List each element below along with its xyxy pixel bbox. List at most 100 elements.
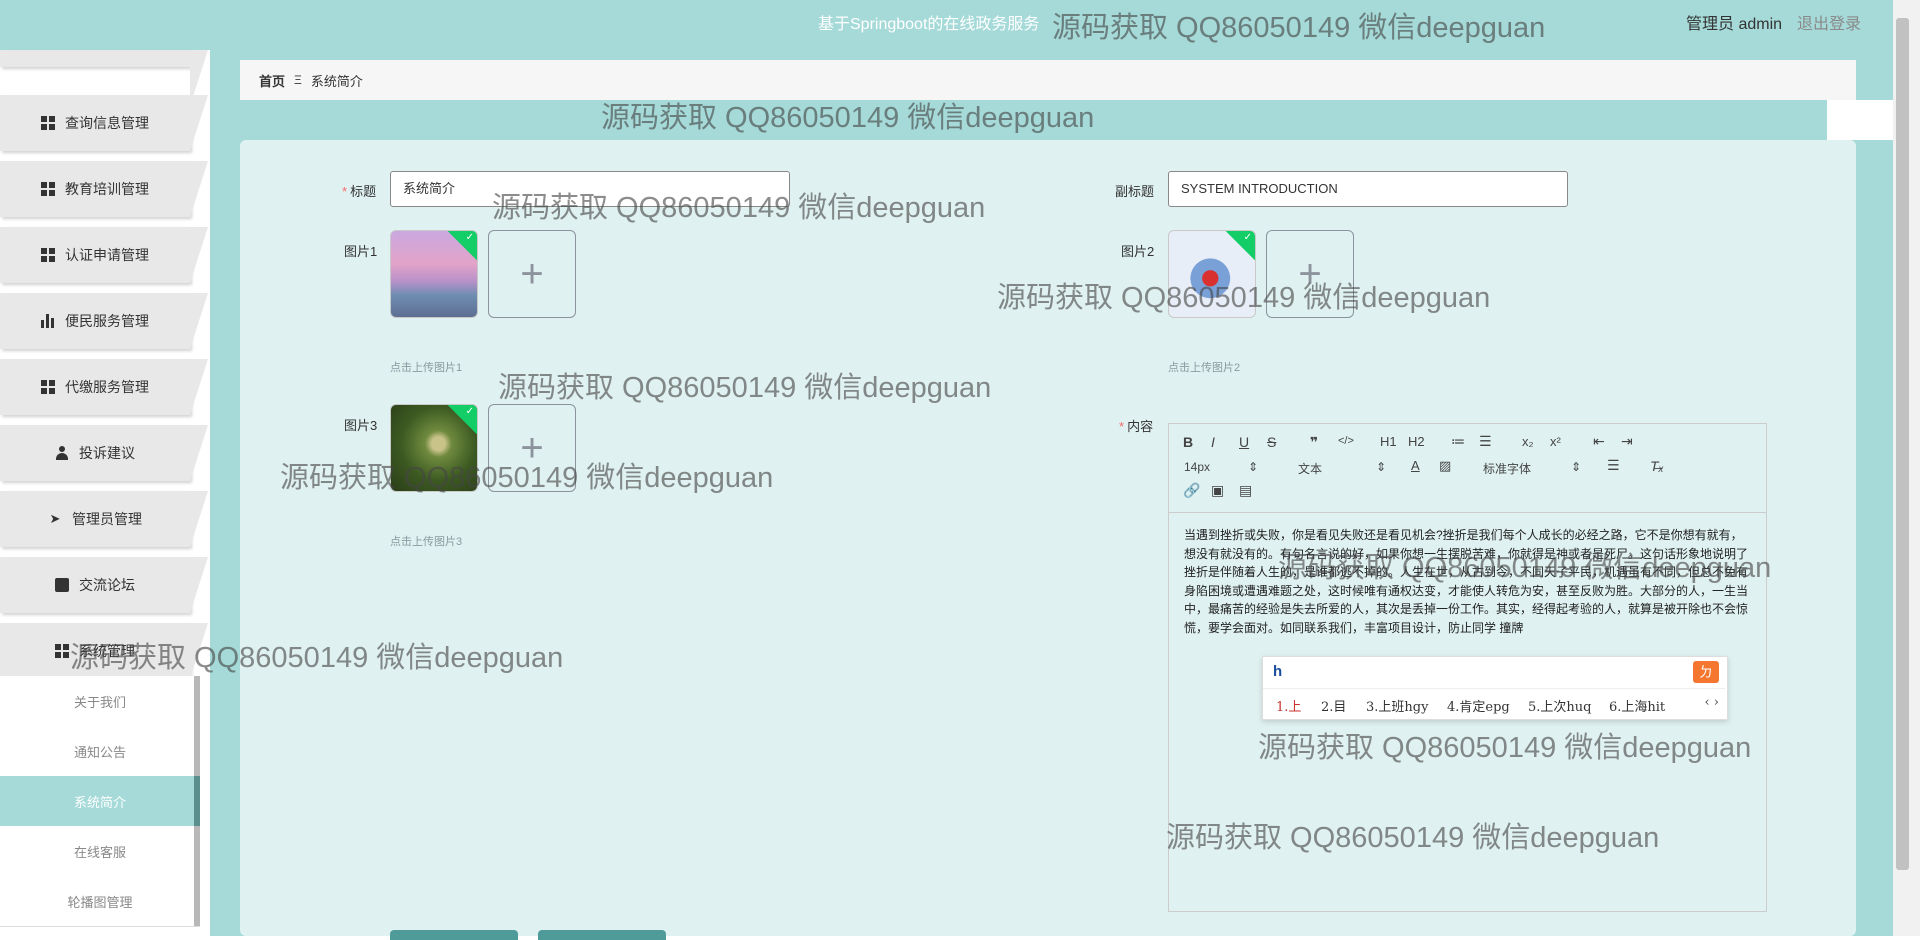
- title-label: * 标题: [342, 184, 377, 199]
- submenu-bar: [194, 776, 200, 826]
- submit-button[interactable]: [390, 930, 518, 940]
- image-icon[interactable]: ▣: [1211, 482, 1224, 499]
- clipboard-icon: [55, 578, 69, 592]
- logout-link[interactable]: 退出登录: [1797, 10, 1861, 34]
- ime-candidate[interactable]: 4.肯定epg: [1447, 696, 1510, 715]
- heading2-icon[interactable]: H2: [1408, 434, 1425, 449]
- sidebar-item-forum[interactable]: 交流论坛: [0, 557, 208, 613]
- submenu-label: 关于我们: [73, 694, 126, 710]
- font-color-icon[interactable]: A: [1411, 458, 1420, 473]
- ime-candidate[interactable]: 3.上班hgy: [1366, 696, 1428, 715]
- ime-candidates: 1.上 2.目 3.上班hgy 4.肯定epg 5.上次huq 6.上海hit …: [1263, 688, 1725, 719]
- blockquote-icon[interactable]: ❞: [1310, 434, 1318, 451]
- breadcrumb: 首页 Ξ 系统简介: [240, 60, 1856, 100]
- grid-icon: [41, 182, 55, 196]
- sidebar-item-label: 教育培训管理: [65, 181, 149, 197]
- font-family-select[interactable]: 标准字体 ⇕: [1483, 460, 1581, 477]
- align-icon[interactable]: ☰: [1607, 457, 1620, 474]
- ime-page-nav[interactable]: ‹ ›: [1704, 695, 1719, 710]
- sidebar-item-top-partial[interactable]: [0, 50, 208, 106]
- pic2-upload-button[interactable]: +: [1266, 230, 1354, 318]
- video-icon[interactable]: ▤: [1239, 482, 1252, 499]
- sidebar-item-complaints[interactable]: 投诉建议: [0, 425, 208, 481]
- italic-icon[interactable]: I: [1211, 434, 1215, 450]
- breadcrumb-separator: Ξ: [294, 73, 302, 87]
- cancel-button[interactable]: [538, 930, 666, 940]
- ime-candidate[interactable]: 5.上次huq: [1528, 696, 1591, 715]
- outdent-icon[interactable]: ⇤: [1593, 433, 1605, 450]
- sidebar-item-education[interactable]: 教育培训管理: [0, 161, 208, 217]
- sidebar-item-system[interactable]: 系统管理: [0, 623, 208, 679]
- heading1-icon[interactable]: H1: [1380, 434, 1397, 449]
- pic1-label: 图片1: [344, 244, 378, 259]
- underline-icon[interactable]: U: [1239, 434, 1249, 450]
- submenu-bar: [194, 876, 200, 926]
- indent-icon[interactable]: ⇥: [1621, 433, 1633, 450]
- subscript-icon[interactable]: x₂: [1522, 434, 1534, 449]
- editor-content[interactable]: 当遇到挫折或失败，你是看见失败还是看见机会?挫折是我们每个人成长的必经之路，它不…: [1184, 526, 1752, 637]
- sidebar-item-label: 便民服务管理: [65, 313, 149, 329]
- submenu-label: 轮播图管理: [67, 894, 133, 910]
- bullet-list-icon[interactable]: ☰: [1479, 433, 1492, 450]
- sidebar-item-query-info[interactable]: 查询信息管理: [0, 95, 208, 151]
- sidebar-item-convenience[interactable]: 便民服务管理: [0, 293, 208, 349]
- pic3-upload-tip: 点击上传图片3: [390, 536, 463, 548]
- strike-icon[interactable]: S: [1267, 434, 1276, 450]
- clear-format-icon[interactable]: T̶ₓ: [1650, 458, 1664, 474]
- scrollbar-thumb[interactable]: [1896, 18, 1909, 870]
- font-size-select[interactable]: 14px ⇕: [1184, 460, 1258, 474]
- submenu-about-us[interactable]: 关于我们: [0, 676, 200, 727]
- submenu-notices[interactable]: 通知公告: [0, 726, 200, 777]
- submenu-online-service[interactable]: 在线客服: [0, 826, 200, 877]
- pic3-upload-button[interactable]: +: [488, 404, 576, 492]
- sidebar-item-label: 系统管理: [79, 643, 135, 659]
- user-icon: [55, 446, 69, 460]
- title-input[interactable]: 系统简介: [390, 171, 790, 207]
- paragraph-select[interactable]: 文本 ⇕: [1298, 460, 1386, 477]
- grid-icon: [41, 116, 55, 130]
- submenu-bar: [194, 826, 200, 876]
- bold-icon[interactable]: B: [1183, 434, 1193, 450]
- subtitle-label: 副标题: [1115, 184, 1155, 199]
- pic2-upload-tip: 点击上传图片2: [1168, 362, 1241, 374]
- code-block-icon[interactable]: </>: [1338, 435, 1354, 447]
- ordered-list-icon[interactable]: ≔: [1451, 433, 1465, 450]
- grid-icon: [41, 248, 55, 262]
- superscript-icon[interactable]: x²: [1550, 434, 1561, 449]
- check-icon: ✓: [465, 232, 474, 243]
- subtitle-input[interactable]: SYSTEM INTRODUCTION: [1168, 171, 1568, 207]
- sidebar-item-payment[interactable]: 代缴服务管理: [0, 359, 208, 415]
- top-header: 基于Springboot的在线政务服务 管理员 admin 退出登录: [0, 0, 1893, 50]
- sidebar-item-certification[interactable]: 认证申请管理: [0, 227, 208, 283]
- pic2-label: 图片2: [1121, 244, 1155, 259]
- pic1-upload-tip: 点击上传图片1: [390, 362, 463, 374]
- sidebar: 查询信息管理 教育培训管理 认证申请管理 便民服务管理 代缴服务管理 投诉建议 …: [0, 50, 210, 936]
- submenu-system-intro[interactable]: 系统简介: [0, 776, 200, 827]
- check-icon: ✓: [1243, 232, 1252, 243]
- grid-icon: [55, 644, 69, 658]
- pic3-label: 图片3: [344, 418, 378, 433]
- submenu-carousel[interactable]: 轮播图管理: [0, 876, 200, 927]
- pic1-thumbnail[interactable]: ✓: [390, 230, 478, 318]
- pic1-upload-button[interactable]: +: [488, 230, 576, 318]
- bar-chart-icon: [41, 314, 55, 328]
- sidebar-item-admins[interactable]: ➤ 管理员管理: [0, 491, 208, 547]
- submenu-bar: [194, 676, 200, 726]
- breadcrumb-home[interactable]: 首页: [259, 71, 285, 90]
- content-label: * 内容: [1119, 419, 1154, 434]
- background-color-icon[interactable]: ▨: [1439, 458, 1451, 474]
- ime-candidate[interactable]: 1.上: [1276, 696, 1301, 715]
- check-icon: ✓: [465, 406, 474, 417]
- sidebar-item-label: 交流论坛: [79, 577, 135, 593]
- pic2-thumbnail[interactable]: ✓: [1168, 230, 1256, 318]
- ime-candidate[interactable]: 6.上海hit: [1609, 696, 1665, 715]
- ime-candidate[interactable]: 2.目: [1321, 696, 1346, 715]
- sidebar-item-label: 认证申请管理: [65, 247, 149, 263]
- breadcrumb-current: 系统简介: [310, 73, 363, 89]
- content-edge: [1827, 100, 1893, 140]
- ime-candidate-window: h ㄉ 1.上 2.目 3.上班hgy 4.肯定epg 5.上次huq 6.上海…: [1262, 656, 1728, 720]
- grid-icon: [41, 380, 55, 394]
- chevron-updown-icon: ⇕: [1248, 460, 1259, 474]
- pic3-thumbnail[interactable]: ✓: [390, 404, 478, 492]
- link-icon[interactable]: 🔗: [1183, 482, 1200, 499]
